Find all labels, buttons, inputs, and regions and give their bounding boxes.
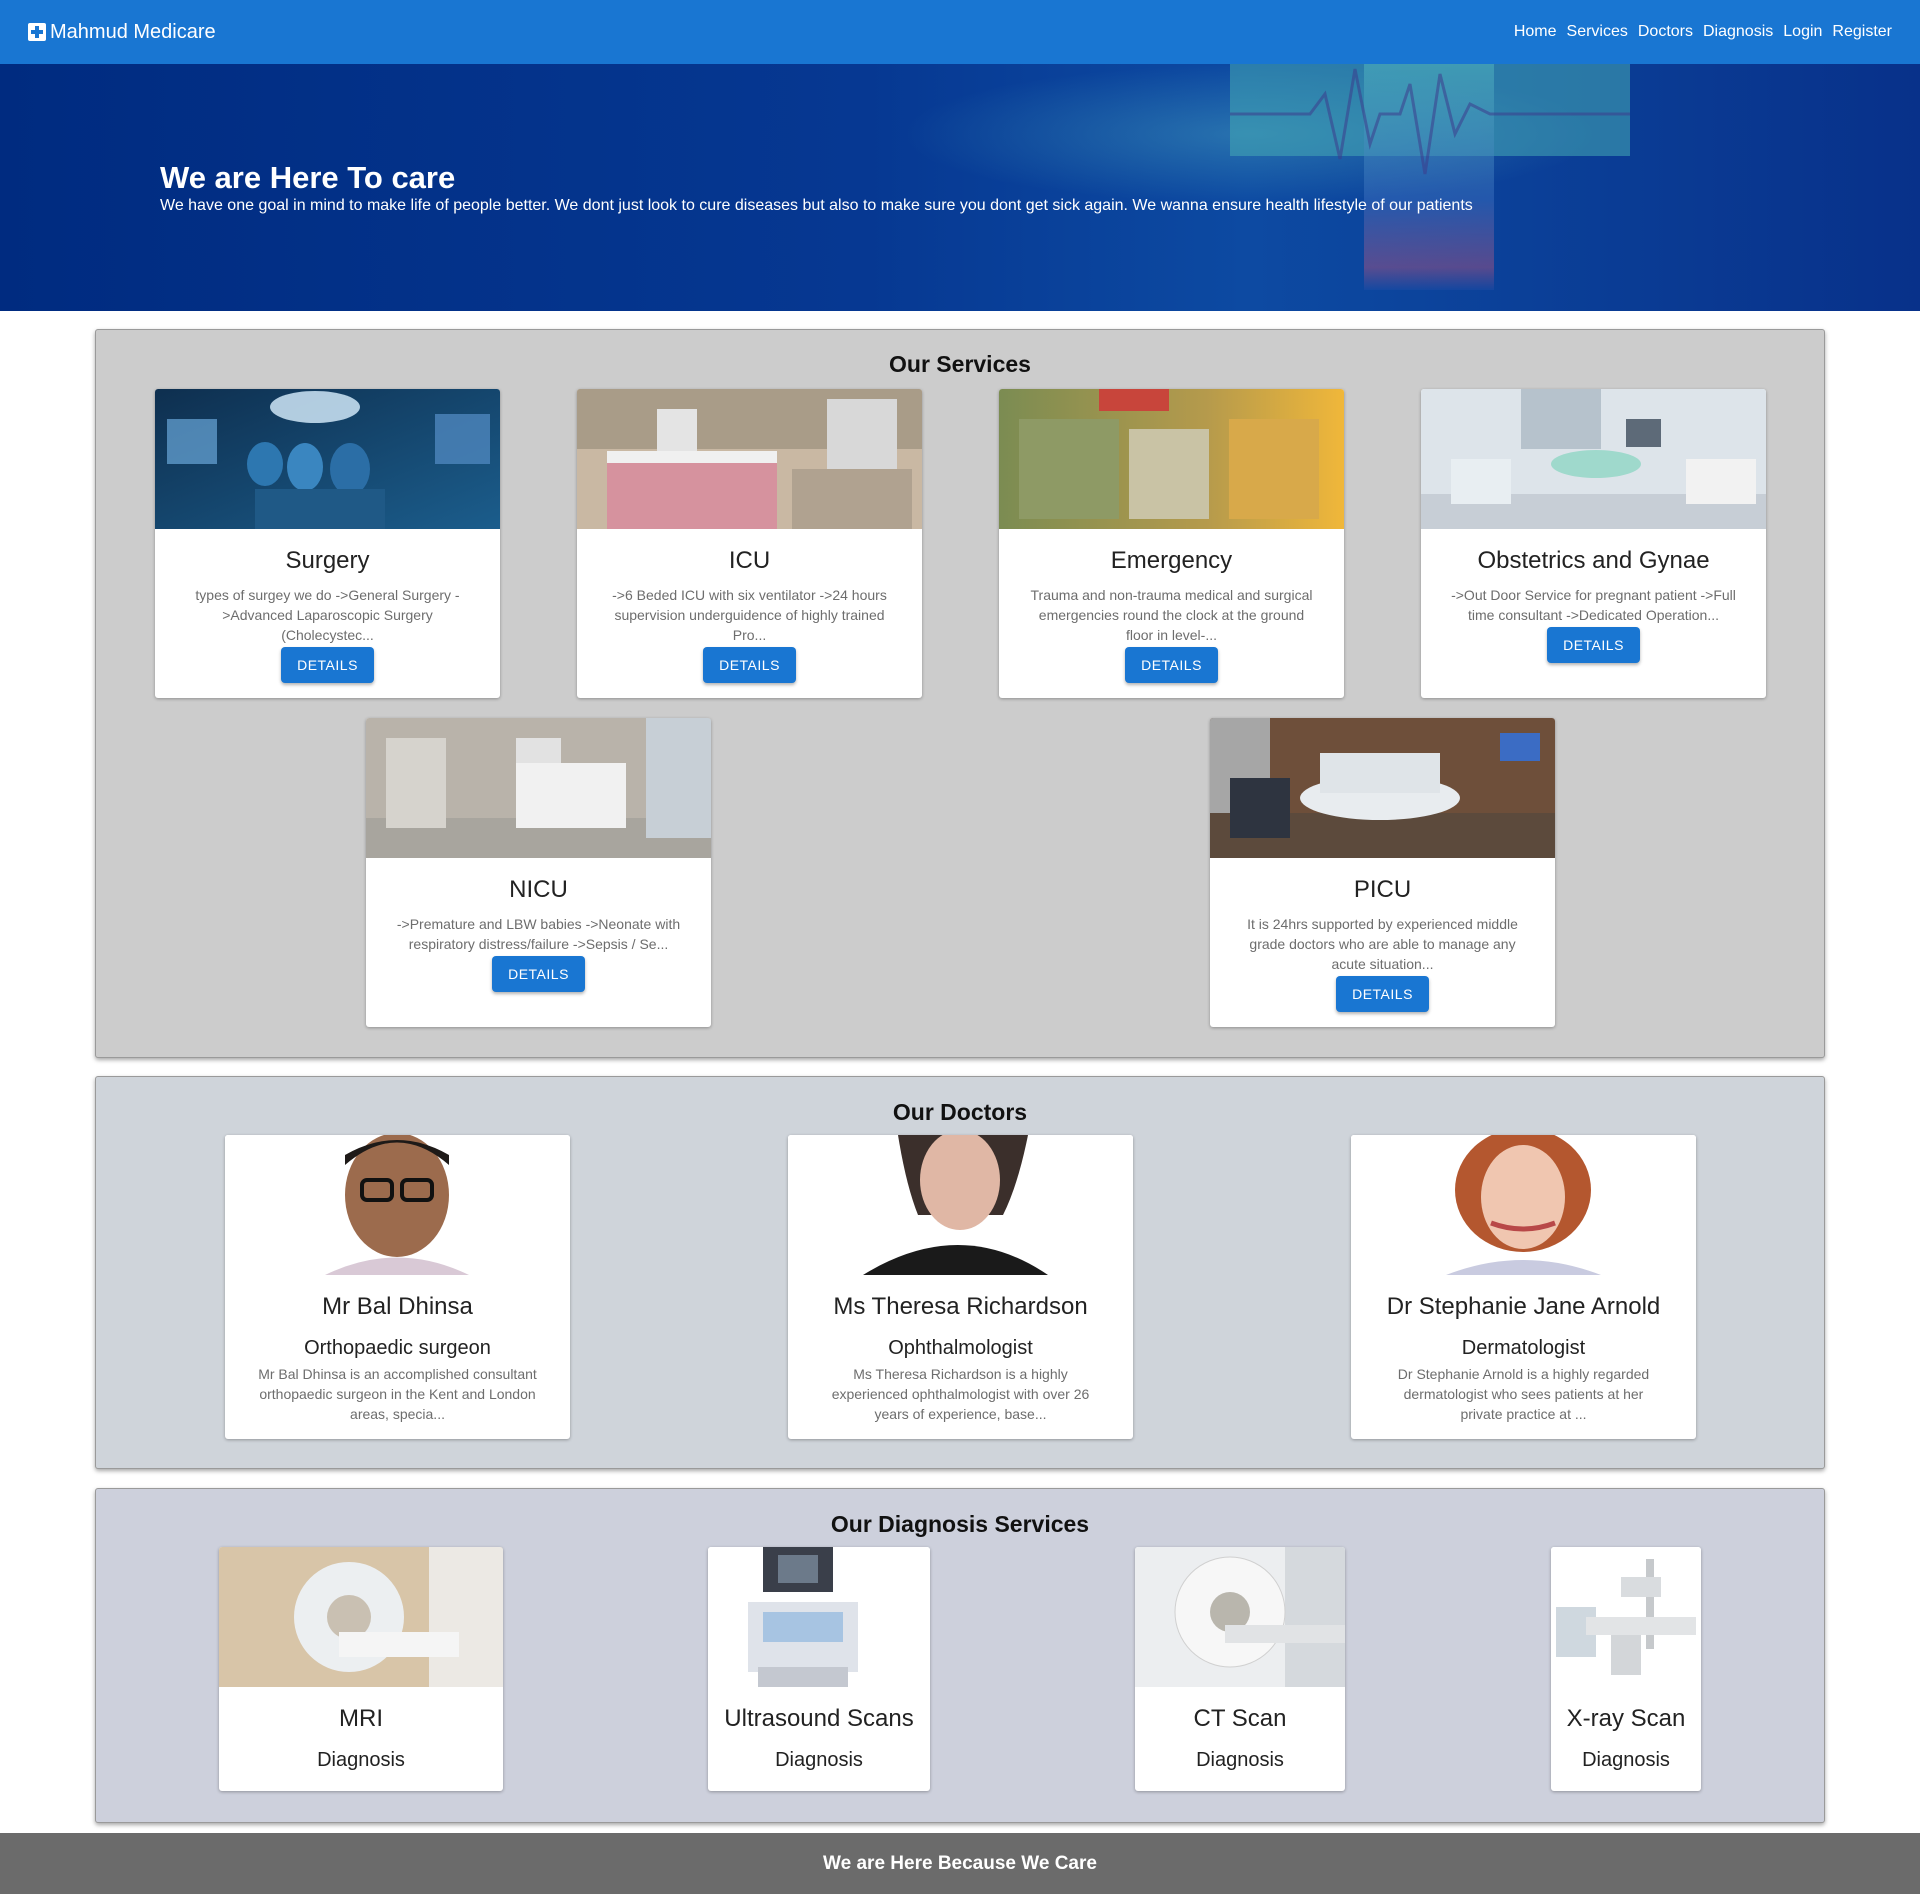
doctor-desc: Dr Stephanie Arnold is a highly regarded… bbox=[1397, 1366, 1650, 1422]
xray-image bbox=[1551, 1547, 1701, 1687]
hero-title: We are Here To care bbox=[160, 160, 456, 195]
service-name: NICU bbox=[509, 876, 568, 903]
service-name: ICU bbox=[728, 547, 771, 574]
services-title: Our Services bbox=[889, 351, 1031, 377]
doctor-photo bbox=[1351, 1135, 1696, 1275]
ct-image bbox=[1135, 1547, 1345, 1687]
diagnosis-name: CT Scan bbox=[1193, 1705, 1287, 1732]
ultrasound-image bbox=[708, 1547, 930, 1687]
details-button[interactable]: DETAILS bbox=[492, 956, 585, 992]
service-desc: Trauma and non-trauma medical and surgic… bbox=[1030, 587, 1313, 643]
diagnosis-card-mri[interactable]: MRI Diagnosis bbox=[219, 1547, 503, 1791]
doctor-role: Ophthalmologist bbox=[888, 1337, 1033, 1359]
nav-link-services[interactable]: Services bbox=[1567, 23, 1628, 41]
service-card-emergency: Emergency Trauma and non-trauma medical … bbox=[999, 389, 1344, 698]
doctor-name: Mr Bal Dhinsa bbox=[322, 1293, 473, 1320]
diagnosis-section: Our Diagnosis Services MRI Diagnosis Ult… bbox=[95, 1488, 1825, 1823]
nav-link-doctors[interactable]: Doctors bbox=[1638, 23, 1693, 41]
medical-cross-icon bbox=[28, 23, 46, 41]
doctor-card[interactable]: Ms Theresa Richardson Ophthalmologist Ms… bbox=[788, 1135, 1133, 1439]
doctor-card[interactable]: Dr Stephanie Jane Arnold Dermatologist D… bbox=[1351, 1135, 1696, 1439]
diagnosis-card-ultrasound[interactable]: Ultrasound Scans Diagnosis bbox=[708, 1547, 930, 1791]
service-name: Obstetrics and Gynae bbox=[1477, 547, 1710, 574]
footer-text: We are Here Because We Care bbox=[823, 1852, 1097, 1874]
heartbeat-line-icon bbox=[1230, 68, 1630, 175]
diagnosis-card-xray[interactable]: X-ray Scan Diagnosis bbox=[1551, 1547, 1701, 1791]
diagnosis-card-ct[interactable]: CT Scan Diagnosis bbox=[1135, 1547, 1345, 1791]
hero-cross-image bbox=[1230, 64, 1630, 290]
icu-image bbox=[577, 389, 922, 529]
nicu-image bbox=[366, 718, 711, 858]
nav-link-register[interactable]: Register bbox=[1832, 23, 1892, 41]
diagnosis-name: Ultrasound Scans bbox=[724, 1705, 914, 1732]
nav-link-diagnosis[interactable]: Diagnosis bbox=[1703, 23, 1773, 41]
service-card-surgery: Surgery types of surgey we do ->General … bbox=[155, 389, 500, 698]
nav-link-login[interactable]: Login bbox=[1783, 23, 1822, 41]
service-card-icu: ICU ->6 Beded ICU with six ventilator ->… bbox=[577, 389, 922, 698]
service-desc: ->Out Door Service for pregnant patient … bbox=[1451, 587, 1736, 623]
nav-links: Home Services Doctors Diagnosis Login Re… bbox=[1514, 23, 1892, 41]
brand[interactable]: Mahmud Medicare bbox=[28, 21, 216, 44]
details-button[interactable]: DETAILS bbox=[703, 647, 796, 683]
diagnosis-sub: Diagnosis bbox=[317, 1749, 405, 1771]
hero-banner: We are Here To care We have one goal in … bbox=[0, 64, 1920, 311]
details-button[interactable]: DETAILS bbox=[281, 647, 374, 683]
hero-subtitle: We have one goal in mind to make life of… bbox=[160, 197, 1473, 214]
services-section: Our Services Surgery types of surgey we … bbox=[95, 329, 1825, 1058]
service-desc: It is 24hrs supported by experienced mid… bbox=[1247, 916, 1518, 972]
details-button[interactable]: DETAILS bbox=[1547, 627, 1640, 663]
diagnosis-name: X-ray Scan bbox=[1566, 1705, 1686, 1732]
service-card-obstetrics: Obstetrics and Gynae ->Out Door Service … bbox=[1421, 389, 1766, 698]
doctors-section: Our Doctors Mr Bal Dhinsa Orthopaedic su… bbox=[95, 1076, 1825, 1469]
service-desc: ->Premature and LBW babies ->Neonate wit… bbox=[396, 916, 681, 952]
service-name: Emergency bbox=[1110, 547, 1233, 574]
service-desc: ->6 Beded ICU with six ventilator ->24 h… bbox=[612, 587, 887, 643]
footer: We are Here Because We Care bbox=[0, 1833, 1920, 1894]
mri-image bbox=[219, 1547, 503, 1687]
doctor-desc: Ms Theresa Richardson is a highly experi… bbox=[831, 1366, 1090, 1422]
obstetrics-image bbox=[1421, 389, 1766, 529]
doctor-card[interactable]: Mr Bal Dhinsa Orthopaedic surgeon Mr Bal… bbox=[225, 1135, 570, 1439]
emergency-image bbox=[999, 389, 1344, 529]
service-desc: types of surgey we do ->General Surgery … bbox=[195, 587, 460, 643]
service-name: PICU bbox=[1353, 876, 1412, 903]
details-button[interactable]: DETAILS bbox=[1336, 976, 1429, 1012]
service-name: Surgery bbox=[285, 547, 370, 574]
doctor-name: Dr Stephanie Jane Arnold bbox=[1386, 1293, 1661, 1320]
surgery-image bbox=[155, 389, 500, 529]
diagnosis-title: Our Diagnosis Services bbox=[830, 1511, 1090, 1537]
diagnosis-name: MRI bbox=[339, 1705, 383, 1732]
brand-name: Mahmud Medicare bbox=[50, 20, 216, 43]
diagnosis-sub: Diagnosis bbox=[1582, 1749, 1670, 1771]
service-card-nicu: NICU ->Premature and LBW babies ->Neonat… bbox=[366, 718, 711, 1027]
doctor-desc: Mr Bal Dhinsa is an accomplished consult… bbox=[258, 1366, 537, 1422]
details-button[interactable]: DETAILS bbox=[1125, 647, 1218, 683]
diagnosis-sub: Diagnosis bbox=[1196, 1749, 1284, 1771]
service-card-picu: PICU It is 24hrs supported by experience… bbox=[1210, 718, 1555, 1027]
picu-image bbox=[1210, 718, 1555, 858]
doctors-title: Our Doctors bbox=[892, 1099, 1028, 1125]
doctor-role: Dermatologist bbox=[1461, 1337, 1586, 1359]
doctor-photo bbox=[225, 1135, 570, 1275]
doctor-photo bbox=[788, 1135, 1133, 1275]
top-navbar: Mahmud Medicare Home Services Doctors Di… bbox=[0, 0, 1920, 64]
nav-link-home[interactable]: Home bbox=[1514, 23, 1557, 41]
doctor-role: Orthopaedic surgeon bbox=[304, 1337, 491, 1359]
diagnosis-sub: Diagnosis bbox=[775, 1749, 863, 1771]
doctor-name: Ms Theresa Richardson bbox=[833, 1293, 1088, 1320]
